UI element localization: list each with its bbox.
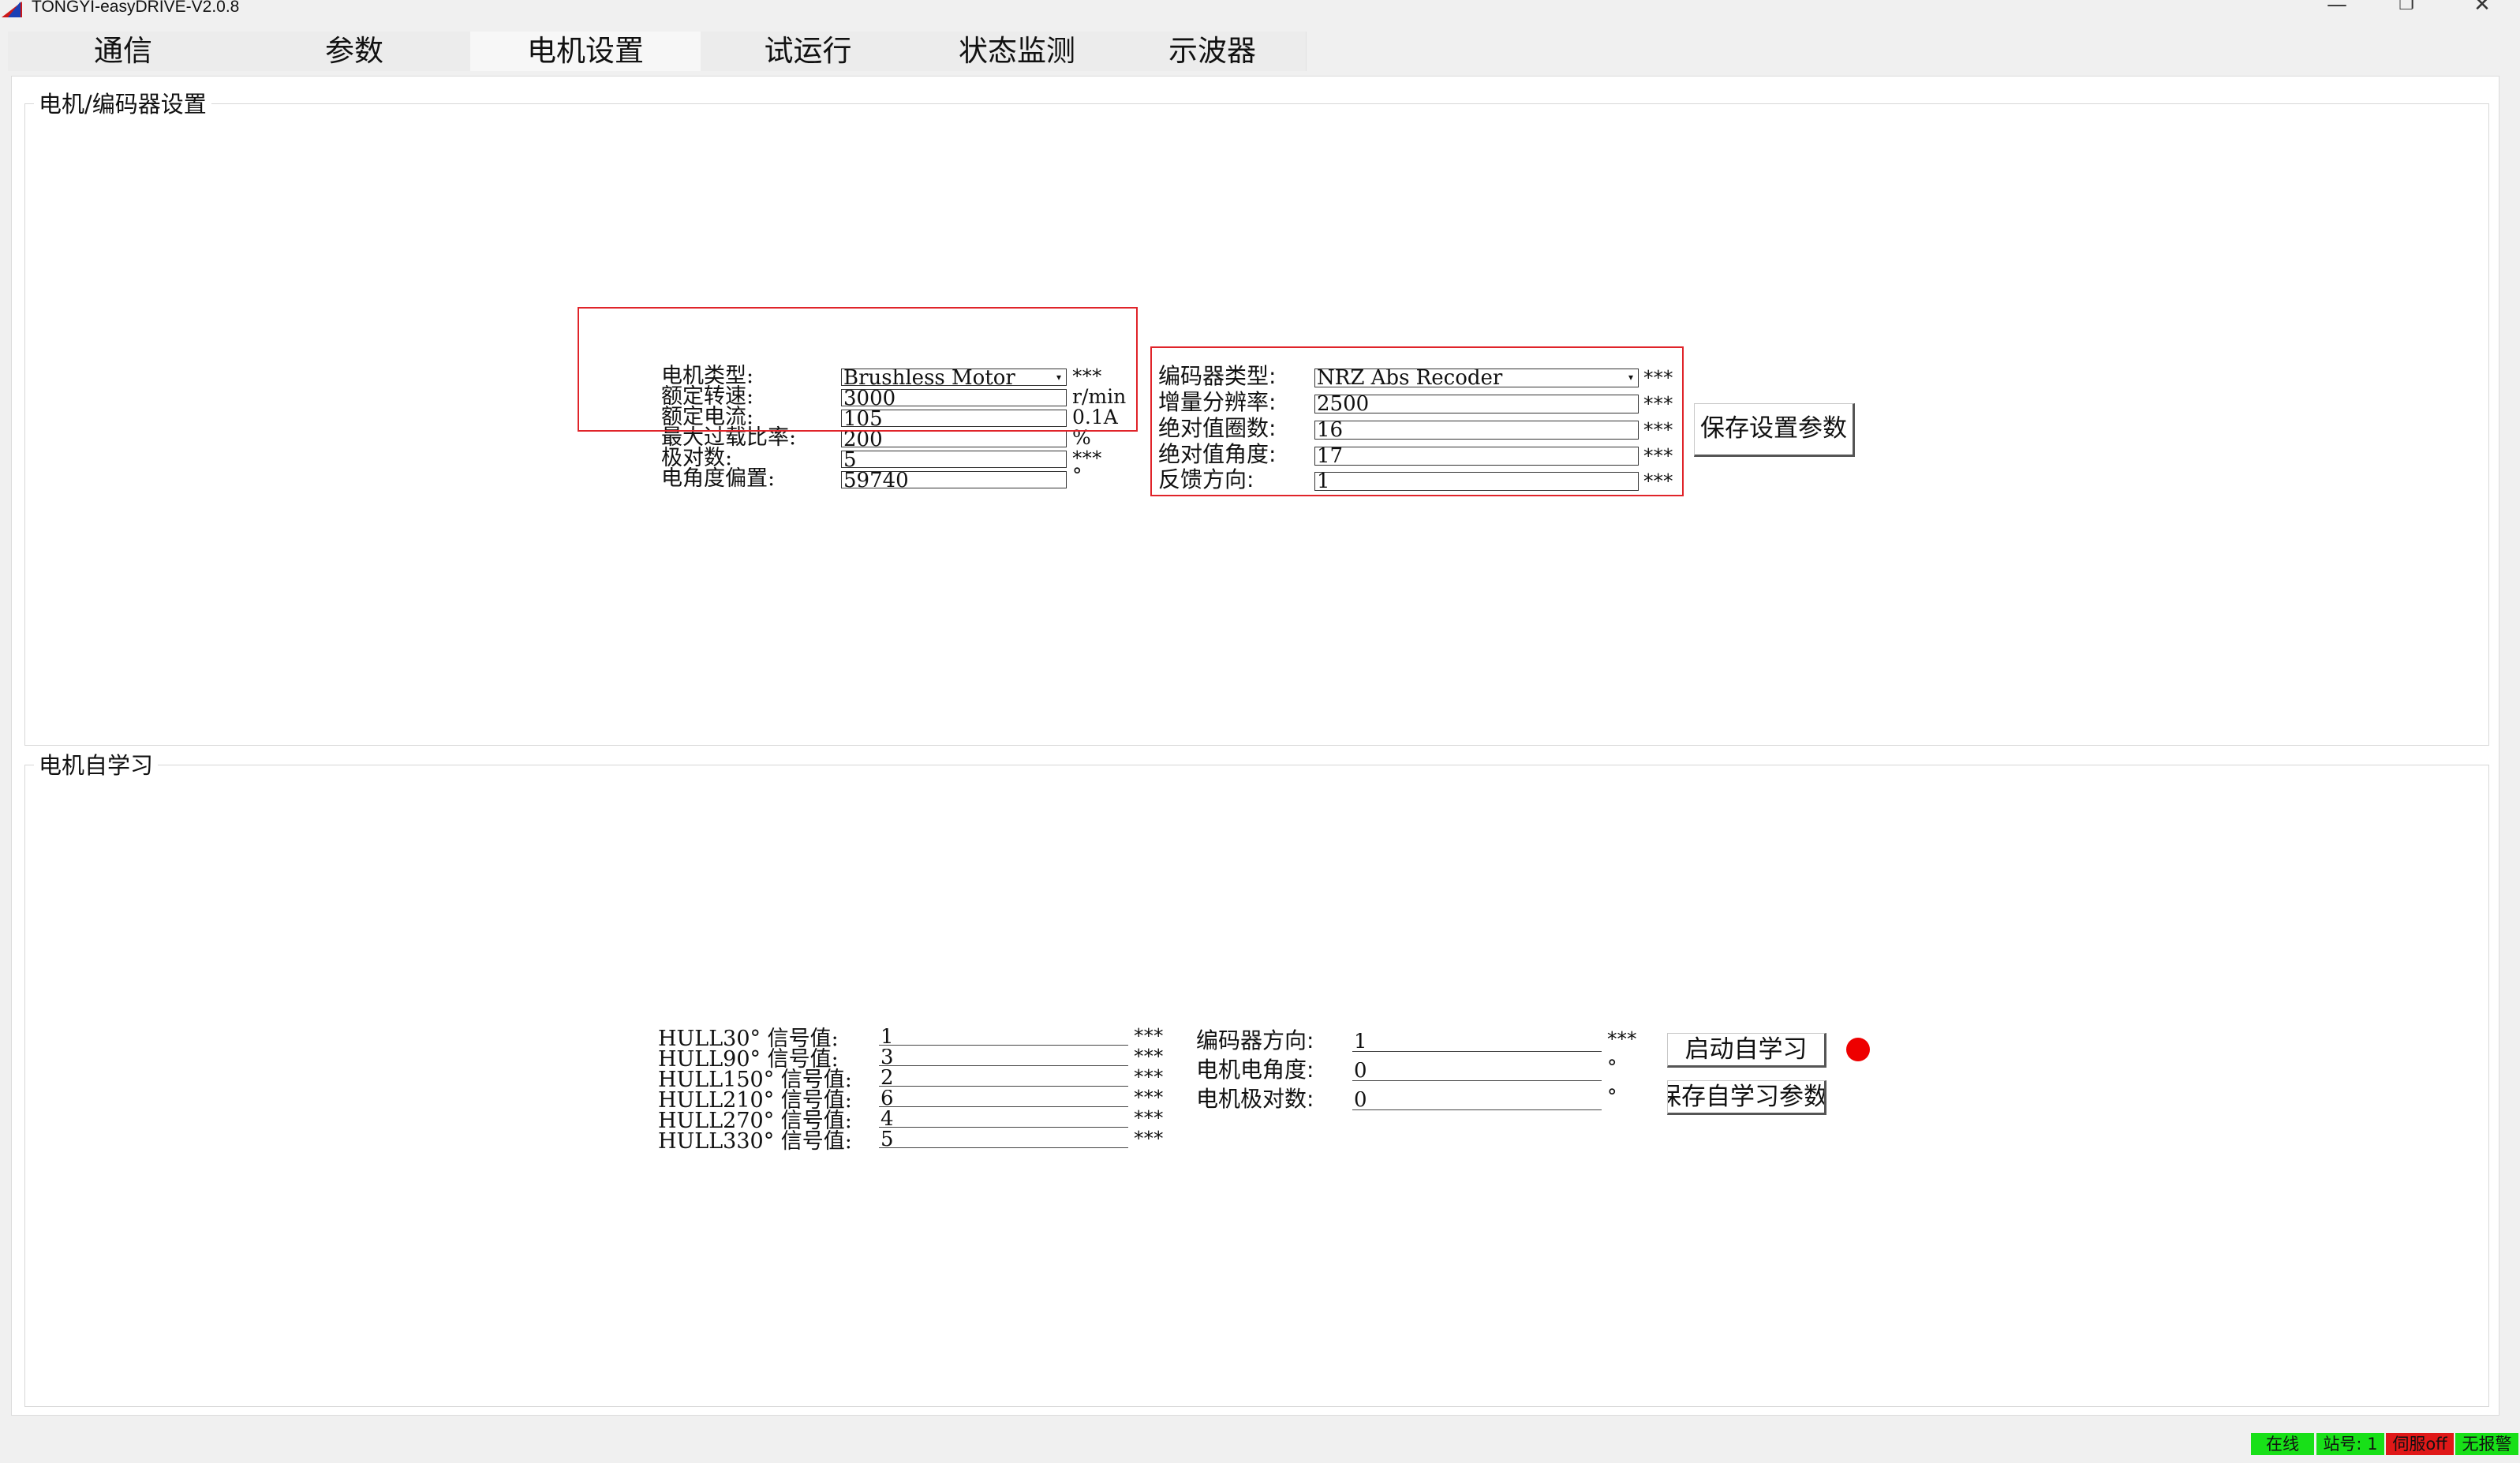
encoder-dir-suffix: ***	[1607, 1027, 1637, 1050]
close-button[interactable]: ✕	[2458, 0, 2506, 21]
hall-30-input[interactable]: 1	[879, 1028, 1128, 1046]
rated-current-unit: 0.1A	[1072, 406, 1118, 428]
motor-type-dropdown[interactable]: Brushless Motor ▾	[841, 369, 1067, 386]
abs-turns-input[interactable]: 16	[1314, 421, 1639, 440]
feedback-dir-label: 反馈方向:	[1158, 466, 1254, 492]
abs-angle-input[interactable]: 17	[1314, 447, 1639, 466]
save-self-learning-button[interactable]: 保存自学习参数	[1667, 1080, 1826, 1115]
rated-current-input[interactable]: 105	[841, 410, 1067, 427]
encoder-dir-label: 编码器方向:	[1196, 1027, 1314, 1053]
hall-210-suffix: ***	[1134, 1086, 1164, 1109]
chevron-down-icon[interactable]: ▾	[1625, 372, 1636, 383]
hall-330-suffix: ***	[1134, 1127, 1164, 1150]
motor-settings-panel: 电机/编码器设置 电机类型: Brushless Motor ▾ *** 额定转…	[11, 76, 2499, 1416]
abs-angle-label: 绝对值角度:	[1158, 441, 1277, 467]
tab-motor-settings[interactable]: 电机设置	[470, 32, 701, 71]
save-settings-button[interactable]: 保存设置参数	[1694, 403, 1855, 457]
motor-elec-angle-unit: °	[1607, 1056, 1617, 1079]
start-self-learning-button[interactable]: 启动自学习	[1667, 1033, 1826, 1068]
window-title: TONGYI-easyDRIVE-V2.0.8	[32, 0, 240, 16]
abs-turns-suffix: ***	[1643, 418, 1673, 441]
max-overload-input[interactable]: 200	[841, 430, 1067, 447]
tab-oscilloscope[interactable]: 示波器	[1119, 32, 1307, 71]
elec-angle-offset-input[interactable]: 59740	[841, 471, 1067, 488]
status-servo: 伺服off	[2386, 1433, 2454, 1455]
tab-status-monitor[interactable]: 状态监测	[915, 32, 1120, 71]
tab-bar: 通信 参数 电机设置 试运行 状态监测 示波器	[8, 32, 1307, 71]
hall-90-suffix: ***	[1134, 1045, 1164, 1068]
hall-330-input[interactable]: 5	[879, 1131, 1128, 1148]
rated-speed-unit: r/min	[1072, 385, 1127, 408]
motor-type-value: Brushless Motor	[843, 369, 1015, 386]
status-alarm: 无报警	[2455, 1433, 2518, 1455]
tab-communication[interactable]: 通信	[8, 32, 239, 71]
encoder-type-value: NRZ Abs Recoder	[1317, 369, 1503, 387]
restore-button[interactable]: ❐	[2383, 0, 2430, 21]
self-learning-status-indicator	[1846, 1038, 1870, 1061]
status-station: 站号: 1	[2316, 1433, 2384, 1455]
motor-pole-pairs-unit: °	[1607, 1085, 1617, 1108]
max-overload-unit: %	[1072, 426, 1091, 449]
abs-angle-suffix: ***	[1643, 444, 1673, 467]
motor-encoder-group-title: 电机/编码器设置	[34, 86, 211, 119]
abs-turns-label: 绝对值圈数:	[1158, 415, 1277, 441]
rated-speed-input[interactable]: 3000	[841, 389, 1067, 406]
minimize-button[interactable]: —	[2313, 0, 2361, 21]
resolution-label: 增量分辨率:	[1158, 389, 1277, 415]
tab-parameters[interactable]: 参数	[238, 32, 471, 71]
hall-150-suffix: ***	[1134, 1065, 1164, 1088]
motor-type-suffix: ***	[1072, 365, 1102, 387]
hall-90-input[interactable]: 3	[879, 1049, 1128, 1066]
encoder-type-dropdown[interactable]: NRZ Abs Recoder ▾	[1314, 369, 1639, 387]
tab-trial-run[interactable]: 试运行	[701, 32, 916, 71]
encoder-type-suffix: ***	[1643, 366, 1673, 389]
elec-angle-offset-unit: °	[1072, 464, 1082, 487]
motor-pole-pairs-input[interactable]: 0	[1352, 1091, 1602, 1110]
hall-150-input[interactable]: 2	[879, 1069, 1128, 1087]
title-bar: TONGYI-easyDRIVE-V2.0.8 — ❐ ✕	[0, 0, 2520, 21]
encoder-type-label: 编码器类型:	[1158, 363, 1277, 389]
app-logo-icon-accent	[8, 2, 21, 17]
resolution-input[interactable]: 2500	[1314, 395, 1639, 413]
feedback-dir-input[interactable]: 1	[1314, 472, 1639, 491]
motor-elec-angle-label: 电机电角度:	[1196, 1057, 1314, 1083]
self-learning-group-title: 电机自学习	[34, 747, 159, 780]
encoder-dir-input[interactable]: 1	[1352, 1033, 1602, 1052]
motor-pole-pairs-label: 电机极对数:	[1196, 1086, 1314, 1112]
chevron-down-icon[interactable]: ▾	[1053, 372, 1064, 383]
hall-270-input[interactable]: 4	[879, 1110, 1128, 1128]
hall-330-label: HULL330° 信号值:	[658, 1129, 852, 1154]
status-online: 在线	[2251, 1433, 2314, 1455]
hall-210-input[interactable]: 6	[879, 1090, 1128, 1107]
hall-30-suffix: ***	[1134, 1024, 1164, 1047]
hall-270-suffix: ***	[1134, 1106, 1164, 1129]
pole-pairs-input[interactable]: 5	[841, 451, 1067, 468]
elec-angle-offset-label: 电角度偏置:	[661, 466, 776, 491]
resolution-suffix: ***	[1643, 392, 1673, 415]
feedback-dir-suffix: ***	[1643, 470, 1673, 492]
motor-elec-angle-input[interactable]: 0	[1352, 1062, 1602, 1081]
